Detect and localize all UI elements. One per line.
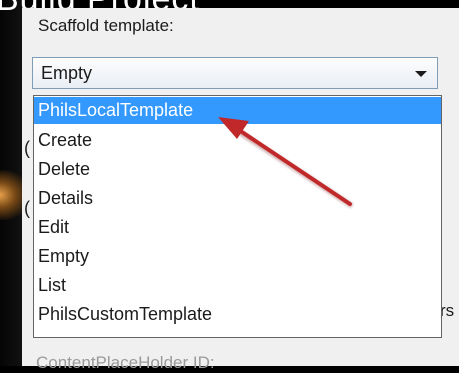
annotation-arrow-icon [218, 117, 354, 209]
